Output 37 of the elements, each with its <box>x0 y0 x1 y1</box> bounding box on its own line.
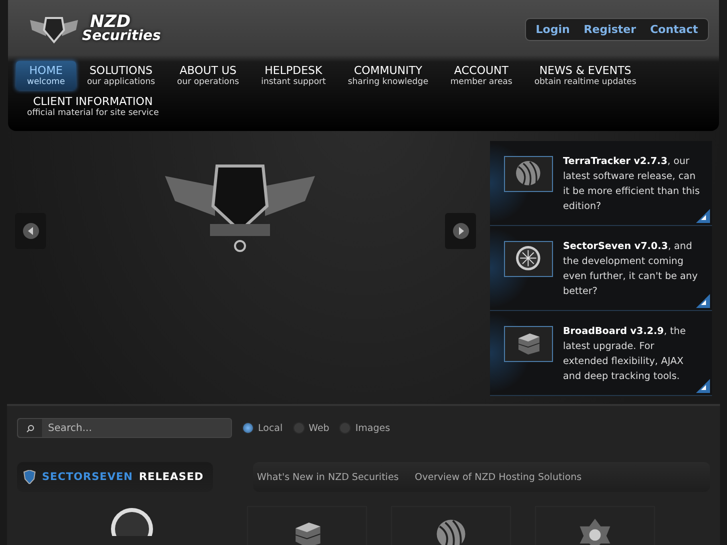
previous-arrow-button[interactable] <box>15 213 46 249</box>
corner-triangle-icon[interactable] <box>696 294 710 308</box>
globe-icon[interactable] <box>504 156 553 192</box>
radio-label: Web <box>308 422 330 434</box>
release-description: BroadBoard v3.2.9, the latest upgrade. For extended flexibility, AJAX and deep tracking tools. <box>563 325 687 384</box>
nav-item[interactable]: SOLUTIONS our applications <box>76 61 166 90</box>
nav-item[interactable]: HELPDESK instant support <box>250 61 337 90</box>
section-tab[interactable]: What's New in NZD Securities <box>257 472 399 482</box>
logo-wordmark[interactable]: NZD Securities <box>82 14 161 44</box>
nav-item[interactable]: ABOUT US our operations <box>166 61 250 90</box>
corner-triangle-icon[interactable] <box>696 379 710 393</box>
header-link[interactable]: Login <box>536 22 570 36</box>
nav-item[interactable]: NEWS & EVENTS obtain realtime updates <box>523 61 648 90</box>
shield-icon <box>23 470 36 484</box>
nav-item[interactable]: COMMUNITY sharing knowledge <box>336 61 440 90</box>
radio-button[interactable] <box>292 422 305 434</box>
radio-label: Images <box>355 422 390 434</box>
nav-item[interactable]: HOME welcome <box>16 61 76 90</box>
header-link[interactable]: Contact <box>650 22 698 36</box>
next-arrow-button[interactable] <box>445 213 476 249</box>
release-description: SectorSeven v7.0.3, and the development coming even further, it can't be any better? <box>563 240 699 299</box>
search-field[interactable]: Search... <box>17 418 232 438</box>
header-link[interactable]: Register <box>584 22 636 36</box>
nav-item[interactable]: CLIENT INFORMATION official material for site service <box>16 92 170 121</box>
radio-button[interactable] <box>242 422 254 434</box>
boxes-icon[interactable] <box>504 326 553 362</box>
heading-highlight: SECTORSEVEN <box>42 471 133 483</box>
corner-triangle-icon[interactable] <box>696 209 710 223</box>
section-tab[interactable]: Overview of NZD Hosting Solutions <box>414 472 582 482</box>
radio-label: Local <box>258 422 283 434</box>
dial-icon[interactable] <box>504 241 553 277</box>
dial-icon <box>109 506 155 536</box>
release-description: TerraTracker v2.7.3, our latest software release, can it be more efficient than this edition? <box>563 155 700 214</box>
radio-button[interactable] <box>339 422 352 434</box>
heading-text: RELEASED <box>138 471 204 483</box>
search-icon <box>26 424 34 432</box>
nav-item[interactable]: ACCOUNT member areas <box>439 61 524 90</box>
